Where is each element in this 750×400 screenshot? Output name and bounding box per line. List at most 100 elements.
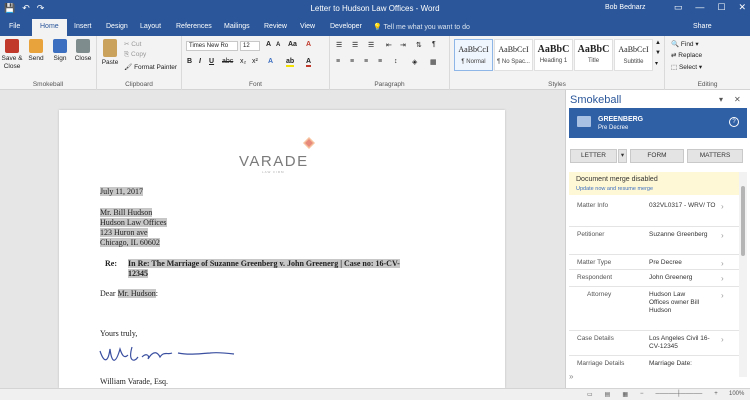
- styles-scroll-down-icon[interactable]: ▼: [655, 50, 661, 56]
- pane-options-icon[interactable]: ▾: [719, 95, 723, 104]
- re-line[interactable]: 12345: [128, 269, 148, 278]
- zoom-in-icon[interactable]: +: [714, 391, 718, 398]
- expand-icon[interactable]: »: [569, 372, 573, 381]
- change-case-icon[interactable]: Aa: [288, 41, 297, 48]
- find-button[interactable]: 🔍 Find ▾: [671, 40, 699, 48]
- multilevel-list-icon[interactable]: ☰: [368, 41, 374, 49]
- scrollbar-thumb[interactable]: [741, 186, 745, 256]
- copy-button[interactable]: ⎘ Copy: [124, 51, 146, 59]
- read-mode-icon[interactable]: ▭: [587, 391, 593, 398]
- bold-button[interactable]: B: [187, 58, 192, 65]
- send-button[interactable]: Send: [24, 39, 48, 63]
- address-line[interactable]: Chicago, IL 60602: [100, 238, 160, 247]
- clear-format-icon[interactable]: A: [306, 41, 311, 48]
- show-marks-icon[interactable]: ¶: [432, 41, 436, 48]
- matters-button[interactable]: MATTERS: [687, 149, 743, 163]
- text-effects-icon[interactable]: A: [268, 58, 273, 65]
- italic-button[interactable]: I: [199, 58, 201, 65]
- shrink-font-icon[interactable]: A: [276, 42, 280, 48]
- ribbon-display-icon[interactable]: ▭: [674, 2, 683, 13]
- tab-home[interactable]: Home: [32, 19, 67, 36]
- form-button[interactable]: FORM: [630, 149, 684, 163]
- paste-button[interactable]: Paste: [98, 39, 122, 67]
- close-document-button[interactable]: Close: [71, 39, 95, 63]
- sign-button[interactable]: Sign: [48, 39, 72, 63]
- letter-date[interactable]: July 11, 2017: [100, 187, 144, 196]
- letter-button[interactable]: LETTER: [570, 149, 617, 163]
- superscript-button[interactable]: x²: [252, 58, 258, 65]
- address-line[interactable]: 123 Huron ave: [100, 228, 148, 237]
- address-line[interactable]: Hudson Law Offices: [100, 218, 167, 227]
- justify-icon[interactable]: ≡: [378, 58, 382, 65]
- tab-insert[interactable]: Insert: [74, 21, 92, 32]
- minimize-icon[interactable]: —: [695, 2, 704, 13]
- detail-row-petitioner[interactable]: Petitioner Suzanne Greenberg ›: [569, 227, 739, 255]
- tab-developer[interactable]: Developer: [330, 21, 362, 32]
- tab-references[interactable]: References: [176, 21, 212, 32]
- bullets-icon[interactable]: ☰: [336, 41, 342, 49]
- letter-dropdown-icon[interactable]: ▾: [618, 149, 627, 163]
- style-title[interactable]: AaBbC Title: [574, 39, 613, 71]
- borders-icon[interactable]: ▦: [430, 58, 437, 66]
- underline-button[interactable]: U: [209, 58, 214, 65]
- detail-row-matter-info[interactable]: Matter Info 032VL0317 - WRV/ TO ›: [569, 198, 739, 227]
- styles-scroll-up-icon[interactable]: ▲: [655, 40, 661, 46]
- decrease-indent-icon[interactable]: ⇤: [386, 41, 392, 49]
- tell-me-search[interactable]: 💡 Tell me what you want to do: [373, 23, 470, 31]
- closing[interactable]: Yours truly,: [100, 329, 137, 338]
- select-button[interactable]: ⬚ Select ▾: [671, 63, 702, 71]
- style-subtitle[interactable]: AaBbCcI Subtitle: [614, 39, 653, 71]
- style-no-spacing[interactable]: AaBbCcI ¶ No Spac...: [494, 39, 533, 71]
- pane-scrollbar[interactable]: [739, 172, 747, 377]
- print-layout-icon[interactable]: ▤: [605, 391, 611, 398]
- replace-button[interactable]: ⇄ Replace: [671, 51, 702, 59]
- detail-row-respondent[interactable]: Respondent John Greenerg ›: [569, 270, 739, 287]
- font-color-icon[interactable]: A: [306, 58, 312, 67]
- web-layout-icon[interactable]: ▦: [622, 391, 628, 398]
- zoom-slider[interactable]: ─────┼─────: [656, 391, 703, 398]
- sort-icon[interactable]: ⇅: [416, 41, 422, 49]
- style-normal[interactable]: AaBbCcI ¶ Normal: [454, 39, 493, 71]
- align-center-icon[interactable]: ≡: [350, 58, 354, 65]
- increase-indent-icon[interactable]: ⇥: [400, 41, 406, 49]
- font-name-select[interactable]: Times New Ro: [186, 41, 238, 51]
- detail-row-marriage-details[interactable]: Marriage Details Marriage Date:: [569, 356, 739, 378]
- tab-file[interactable]: File: [9, 21, 20, 32]
- help-icon[interactable]: ?: [729, 117, 739, 127]
- share-button[interactable]: Share: [693, 23, 712, 30]
- maximize-icon[interactable]: ☐: [717, 2, 725, 13]
- address-line[interactable]: Mr. Bill Hudson: [100, 208, 153, 217]
- grow-font-icon[interactable]: A: [266, 41, 271, 48]
- tab-layout[interactable]: Layout: [140, 21, 161, 32]
- save-close-button[interactable]: Save & Close: [0, 39, 24, 71]
- signer-name[interactable]: William Varade, Esq.: [100, 377, 168, 386]
- re-line[interactable]: In Re: The Marriage of Suzanne Greenberg…: [128, 259, 400, 268]
- format-painter-button[interactable]: 🖌 Format Painter: [124, 63, 177, 71]
- strikethrough-button[interactable]: abc: [222, 58, 233, 65]
- tab-mailings[interactable]: Mailings: [224, 21, 250, 32]
- font-size-select[interactable]: 12: [240, 41, 260, 51]
- matter-header[interactable]: GREENBERG Pre Decree ?: [569, 108, 747, 138]
- salutation[interactable]: Dear Mr. Hudson:: [100, 289, 158, 298]
- zoom-out-icon[interactable]: −: [640, 391, 644, 398]
- numbering-icon[interactable]: ☰: [352, 41, 358, 49]
- style-heading-1[interactable]: AaBbC Heading 1: [534, 39, 573, 71]
- highlight-icon[interactable]: ab: [286, 58, 295, 67]
- pane-close-icon[interactable]: ✕: [734, 95, 741, 104]
- shading-icon[interactable]: ◈: [412, 58, 417, 66]
- user-name[interactable]: Bob Bednarz: [605, 4, 645, 11]
- tab-review[interactable]: Review: [264, 21, 287, 32]
- align-left-icon[interactable]: ≡: [336, 58, 340, 65]
- close-icon[interactable]: ✕: [738, 2, 746, 13]
- subscript-button[interactable]: x₂: [240, 58, 246, 65]
- align-right-icon[interactable]: ≡: [364, 58, 368, 65]
- detail-row-matter-type[interactable]: Matter Type Pre Decree ›: [569, 255, 739, 270]
- styles-more-icon[interactable]: ▾: [655, 60, 658, 67]
- zoom-level[interactable]: 100%: [729, 391, 744, 397]
- cut-button[interactable]: ✂ Cut: [124, 40, 141, 48]
- detail-row-case-details[interactable]: Case Details Los Angeles Civil 16-CV-123…: [569, 331, 739, 356]
- update-link[interactable]: Update now and resume merge: [576, 186, 653, 192]
- tab-design[interactable]: Design: [106, 21, 128, 32]
- tab-view[interactable]: View: [300, 21, 315, 32]
- detail-row-attorney[interactable]: Attorney Hudson Law Offices owner Bill H…: [569, 287, 739, 331]
